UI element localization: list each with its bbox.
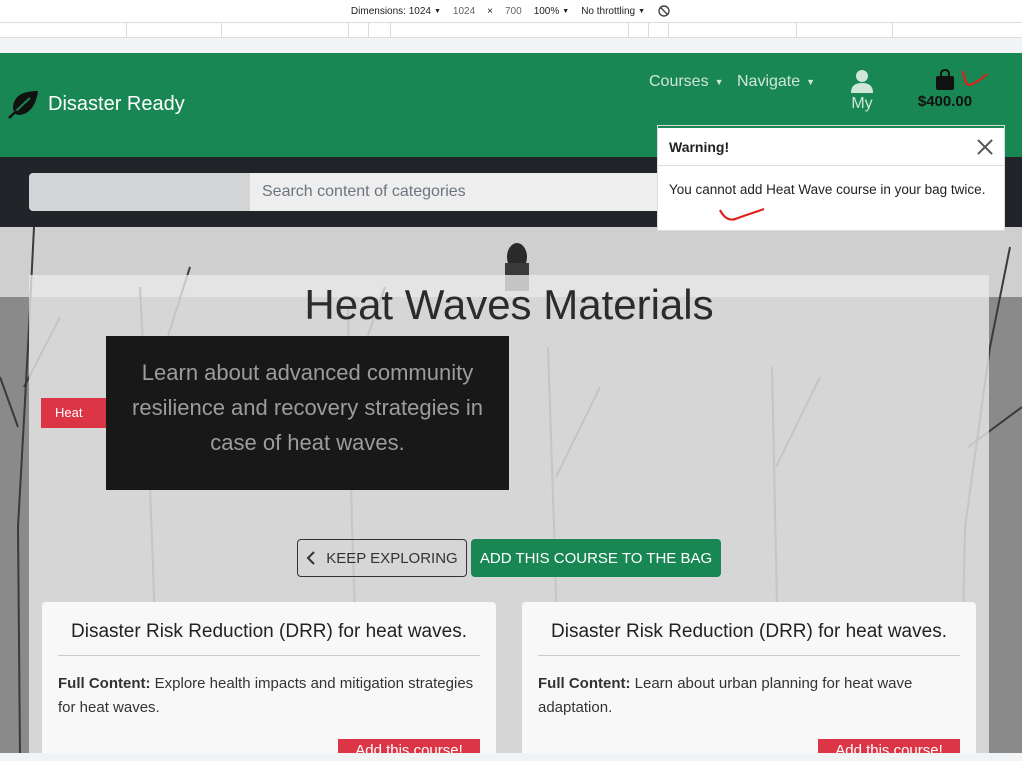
brand-name: Disaster Ready [48, 92, 185, 115]
bag-total: $400.00 [917, 93, 973, 110]
chevron-down-icon: ▼ [806, 77, 816, 87]
search-category-select[interactable] [29, 173, 250, 211]
chevron-left-icon [306, 551, 315, 565]
width-field[interactable]: 1024 [453, 6, 475, 17]
warning-toast: Warning! You cannot add Heat Wave course… [657, 125, 1005, 231]
shopping-bag-icon [936, 69, 954, 90]
toast-header: Warning! [658, 128, 1004, 166]
viewport-gutter [0, 38, 1022, 53]
viewport-bottom-gutter [0, 753, 1022, 761]
chevron-down-icon: ▼ [562, 7, 570, 15]
times-sign: × [487, 5, 493, 17]
devtools-toolbar: Dimensions: 1024 ▼ 1024 × 700 100% ▼ No … [0, 0, 1022, 23]
navigate-dropdown[interactable]: Navigate ▼ [737, 73, 815, 91]
media-query-ruler [0, 23, 1022, 38]
content-label: Full Content: [58, 675, 151, 692]
keep-exploring-label: KEEP EXPLORING [326, 549, 458, 567]
rotate-icon[interactable] [657, 4, 671, 18]
page-viewport: Disaster Ready Courses ▼ Navigate ▼ My $… [0, 53, 1022, 753]
chevron-down-icon: ▼ [714, 77, 724, 87]
card-content: Full Content: Learn about urban planning… [538, 672, 960, 720]
dimensions-dropdown[interactable]: Dimensions: 1024 ▼ [351, 6, 441, 17]
user-menu[interactable]: My [846, 69, 878, 113]
course-card: Disaster Risk Reduction (DRR) for heat w… [42, 602, 496, 753]
course-description: Learn about advanced community resilienc… [106, 336, 509, 490]
zoom-dropdown[interactable]: 100% ▼ [534, 6, 570, 17]
card-content: Full Content: Explore health impacts and… [58, 672, 480, 720]
page-title: Heat Waves Materials [304, 281, 714, 328]
course-image: Heat [41, 398, 106, 428]
zoom-label: 100% [533, 5, 560, 17]
close-icon[interactable] [976, 138, 994, 156]
throttling-label: No throttling [581, 5, 636, 17]
chevron-down-icon: ▼ [638, 7, 646, 15]
courses-label: Courses [649, 73, 709, 90]
brand-link[interactable]: Disaster Ready [8, 89, 185, 119]
course-panel: Heat Waves Materials Heat Learn about ad… [29, 275, 989, 753]
user-label: My [851, 95, 873, 112]
height-field[interactable]: 700 [505, 6, 522, 17]
card-title: Disaster Risk Reduction (DRR) for heat w… [538, 602, 960, 656]
throttling-dropdown[interactable]: No throttling ▼ [581, 6, 645, 17]
annotation-checkmark [961, 70, 988, 87]
user-icon [851, 70, 873, 93]
toast-title: Warning! [669, 138, 730, 155]
search-input[interactable] [250, 173, 670, 211]
dimensions-label: Dimensions: 1024 [350, 5, 431, 17]
add-to-bag-button[interactable]: ADD THIS COURSE TO THE BAG [471, 539, 721, 577]
content-label: Full Content: [538, 675, 631, 692]
chevron-down-icon: ▼ [433, 7, 441, 15]
courses-dropdown[interactable]: Courses ▼ [649, 73, 724, 91]
add-course-button[interactable]: Add this course! [818, 739, 960, 753]
hero-section: Heat Waves Materials Heat Learn about ad… [0, 227, 1022, 753]
annotation-checkmark [719, 207, 765, 221]
course-card: Disaster Risk Reduction (DRR) for heat w… [522, 602, 976, 753]
add-course-button[interactable]: Add this course! [338, 739, 480, 753]
leaf-icon [8, 91, 38, 119]
toast-message: You cannot add Heat Wave course in your … [669, 182, 986, 197]
card-title: Disaster Risk Reduction (DRR) for heat w… [58, 602, 480, 656]
navigate-label: Navigate [737, 73, 801, 90]
keep-exploring-button[interactable]: KEEP EXPLORING [297, 539, 467, 577]
